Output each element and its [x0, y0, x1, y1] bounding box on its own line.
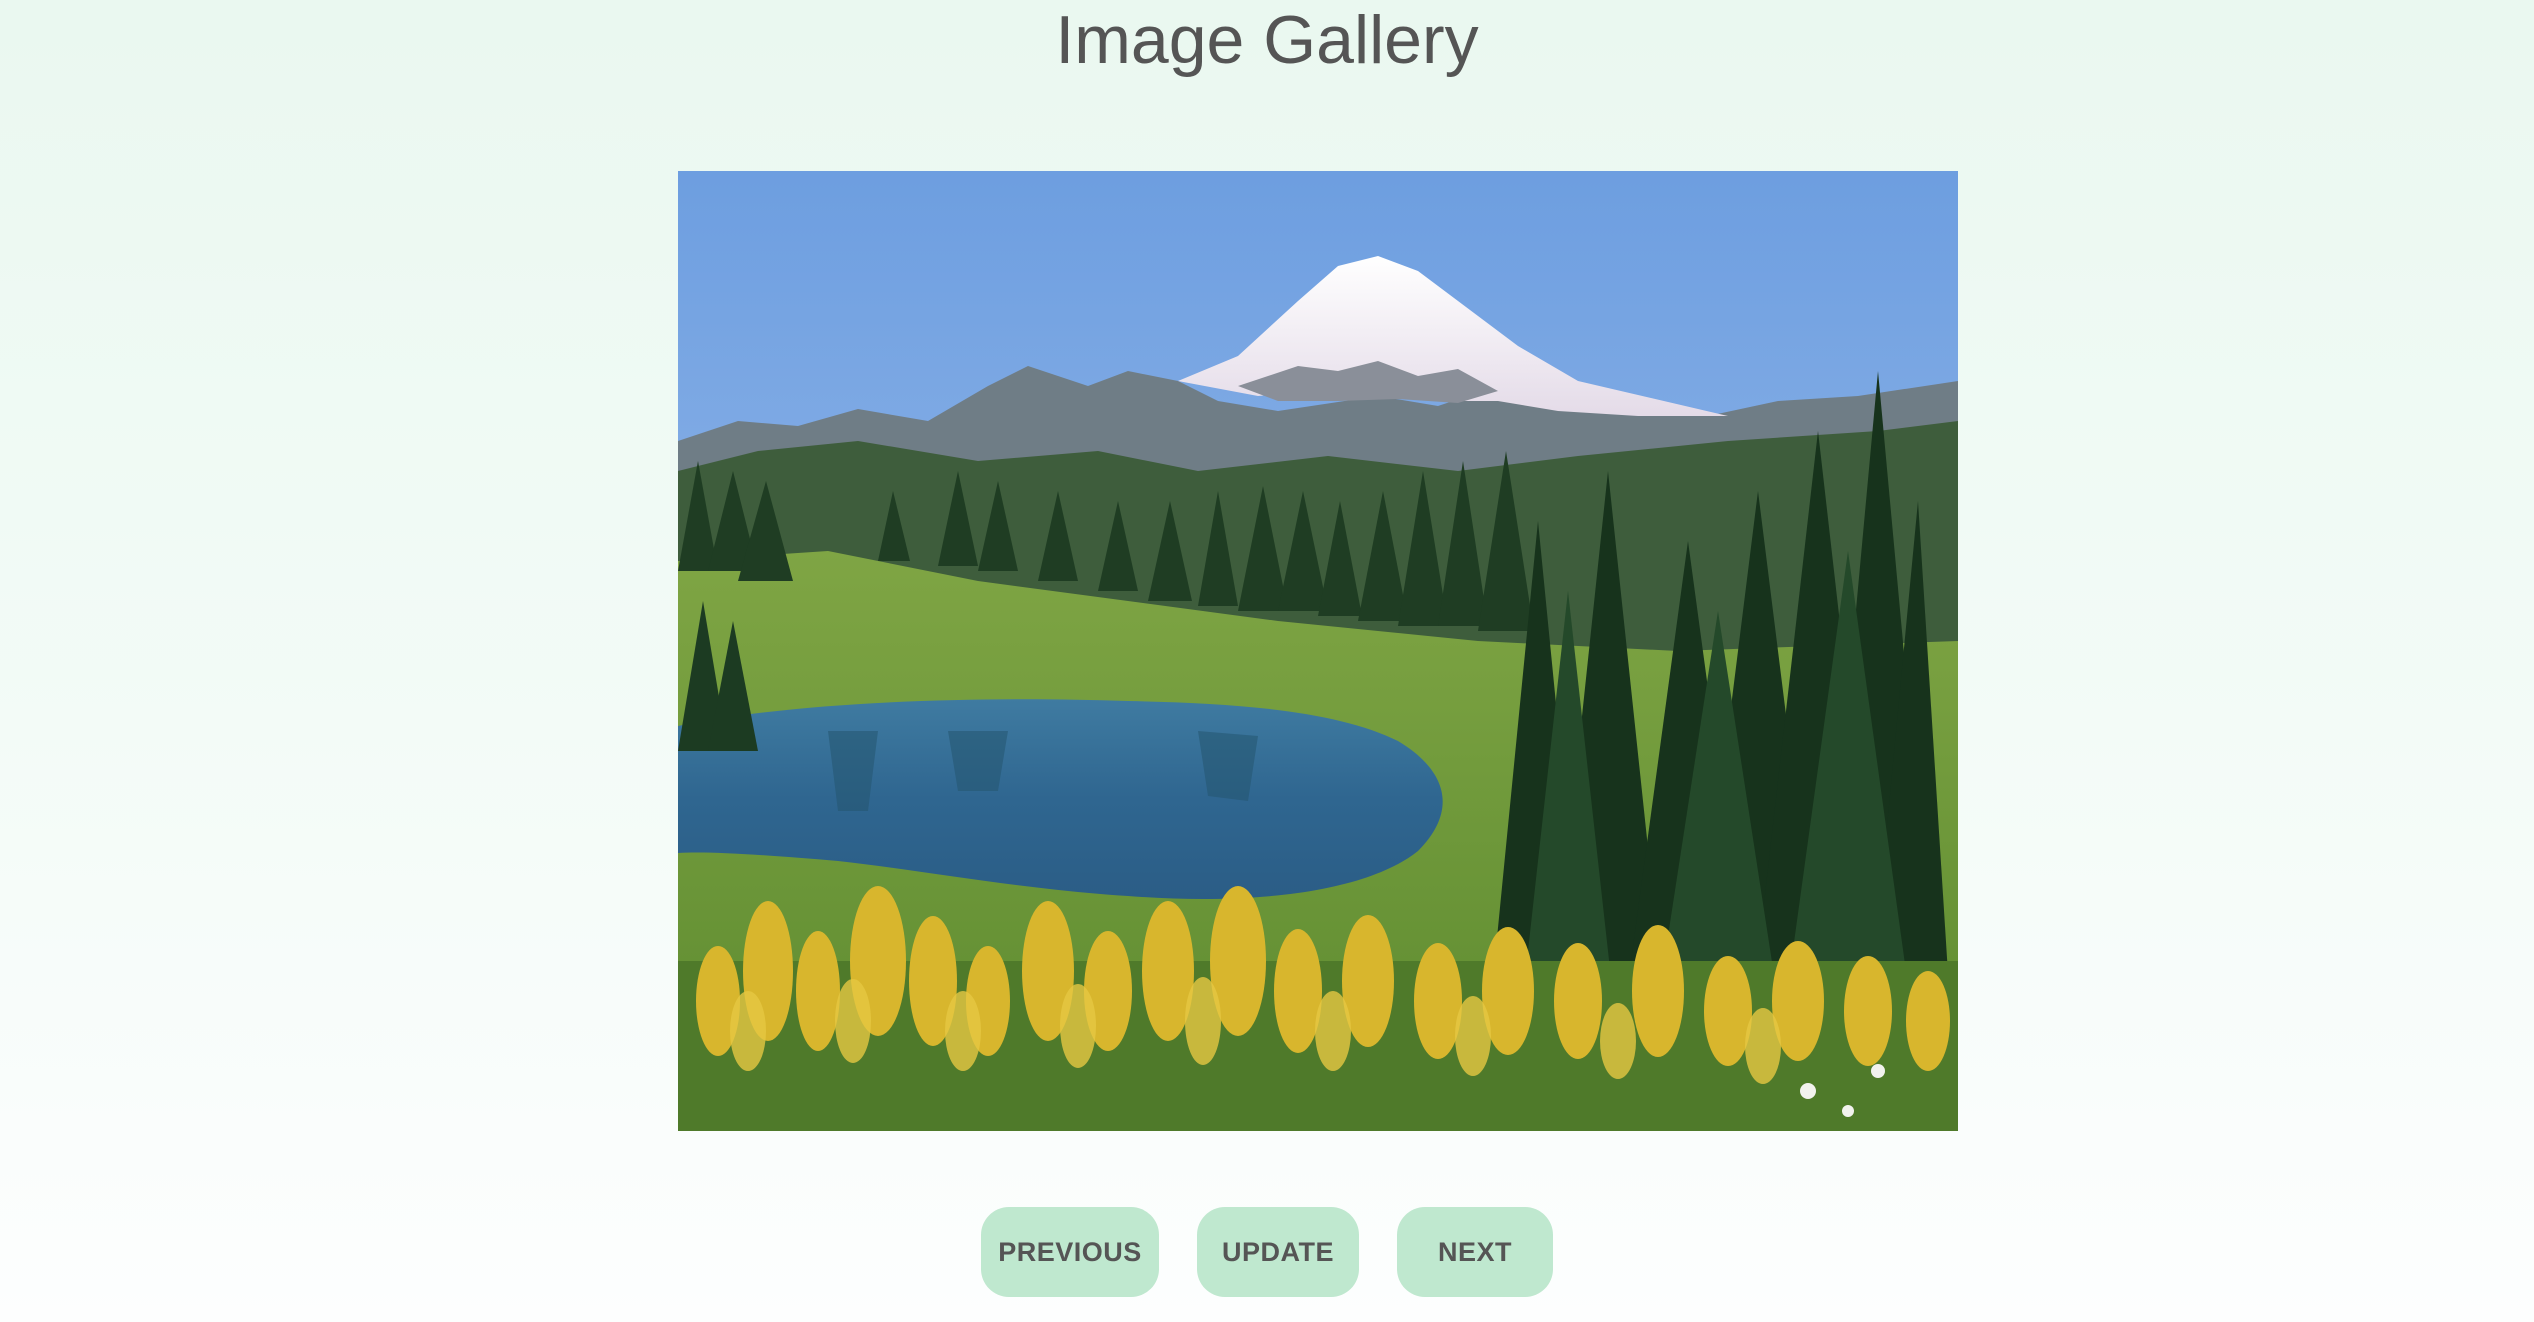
landscape-illustration — [678, 171, 1958, 1131]
gallery-image — [678, 171, 1958, 1131]
update-button[interactable]: UPDATE — [1197, 1207, 1359, 1297]
next-button[interactable]: NEXT — [1397, 1207, 1553, 1297]
page-title: Image Gallery — [1055, 2, 1479, 78]
gallery-controls: PREVIOUS UPDATE NEXT — [0, 1207, 2534, 1297]
previous-button[interactable]: PREVIOUS — [981, 1207, 1159, 1297]
